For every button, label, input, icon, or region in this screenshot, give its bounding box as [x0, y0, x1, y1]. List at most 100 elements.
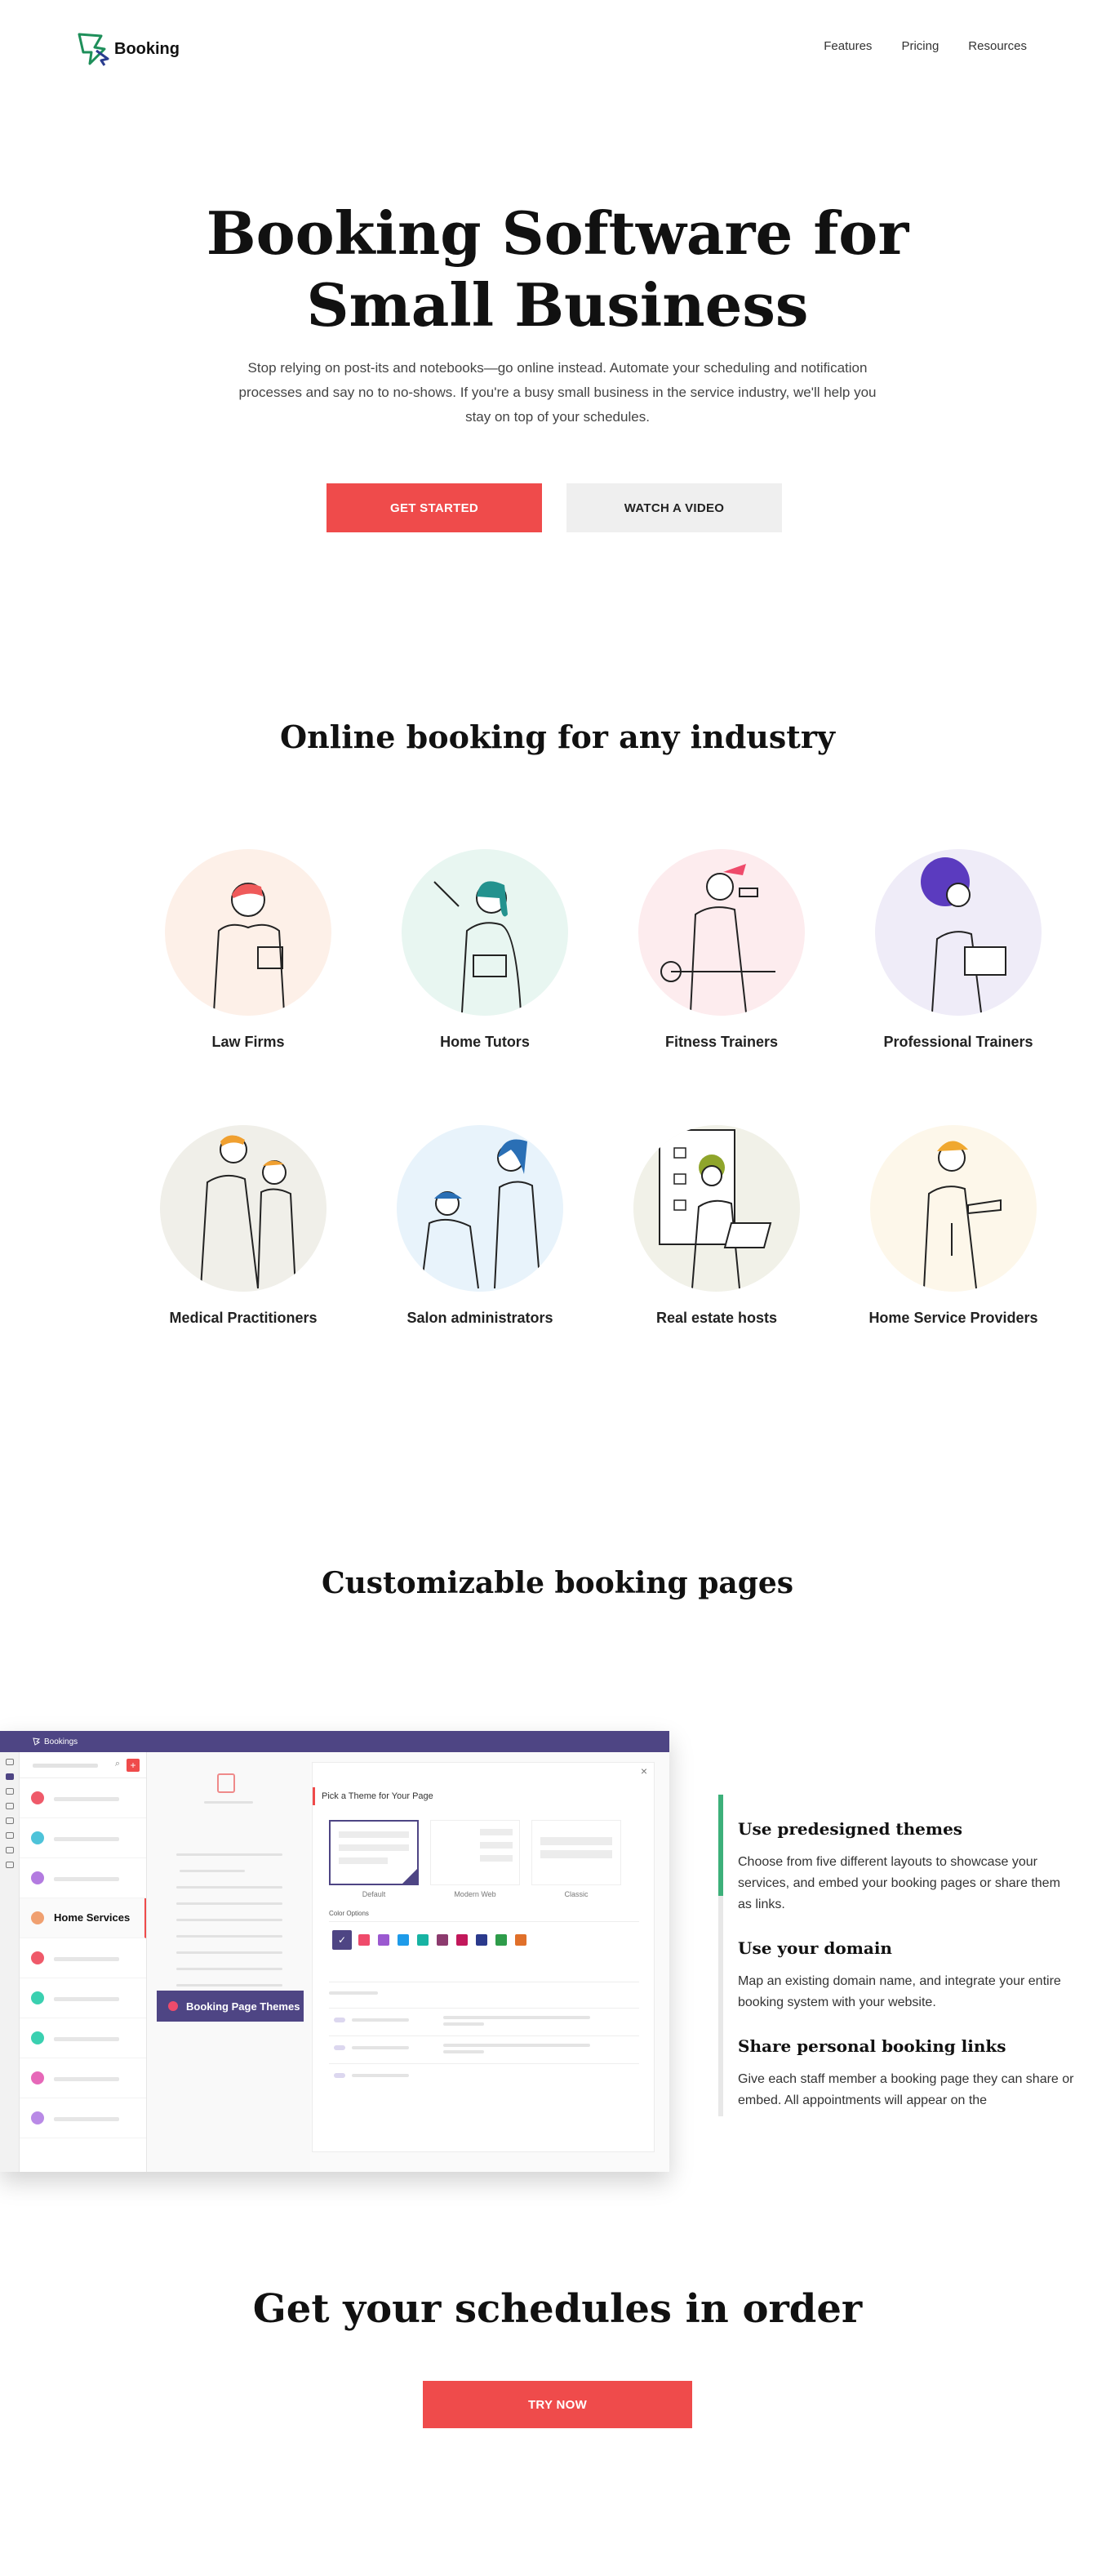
service-name-placeholder — [54, 1957, 119, 1961]
modal-line — [352, 2018, 409, 2022]
search-input[interactable] — [33, 1764, 98, 1768]
card-icon[interactable] — [5, 1832, 14, 1839]
service-name-placeholder — [54, 2037, 119, 2041]
add-service-button[interactable]: + — [127, 1759, 140, 1772]
color-swatch[interactable] — [456, 1934, 468, 1946]
detail-line — [176, 1951, 282, 1954]
modal-line — [329, 1991, 378, 1995]
tag-icon[interactable] — [5, 1788, 14, 1795]
service-list-item[interactable] — [20, 2018, 146, 2058]
service-name-placeholder — [54, 2077, 119, 2081]
color-swatch[interactable] — [358, 1934, 370, 1946]
industry-card[interactable]: Home Service Providers — [847, 1125, 1059, 1327]
hero-title-line1: Booking Software for — [206, 198, 909, 268]
service-name-placeholder — [54, 1837, 119, 1841]
watch-video-button[interactable]: WATCH A VIDEO — [566, 483, 782, 532]
service-name-placeholder — [54, 1877, 119, 1881]
service-name: Home Services — [54, 1911, 131, 1924]
industry-illustration — [402, 849, 568, 1016]
active-feature-indicator — [718, 1795, 723, 1896]
color-swatch[interactable] — [515, 1934, 526, 1946]
industry-card[interactable]: Real estate hosts — [611, 1125, 823, 1327]
color-swatch[interactable] — [398, 1934, 409, 1946]
industry-label: Fitness Trainers — [664, 1034, 779, 1050]
industry-illustration-icon — [923, 1141, 1002, 1289]
modal-line — [352, 2046, 409, 2049]
color-swatch[interactable] — [417, 1934, 429, 1946]
selected-check-icon — [402, 1869, 417, 1884]
theme-classic[interactable] — [531, 1820, 621, 1885]
modal-dot — [334, 2018, 345, 2022]
color-swatch[interactable] — [495, 1934, 507, 1946]
service-name-placeholder — [54, 1797, 119, 1801]
app-icon-rail — [0, 1752, 20, 2172]
detail-line — [176, 1919, 282, 1921]
service-list-item[interactable]: Home Services — [20, 1898, 146, 1938]
modal-line — [352, 2074, 409, 2077]
service-color-dot — [31, 1791, 44, 1804]
service-color-dot — [31, 2031, 44, 2044]
theme-preview-block — [339, 1857, 388, 1864]
app-brand: Bookings — [44, 1737, 78, 1746]
app-titlebar: Bookings — [0, 1731, 669, 1752]
service-color-dot — [31, 1991, 44, 2004]
industry-illustration-icon — [420, 1139, 541, 1289]
service-list-item[interactable] — [20, 1938, 146, 1978]
color-options-label: Color Options — [329, 1910, 369, 1917]
calendar-icon[interactable] — [5, 1759, 14, 1765]
pages-title: Customizable booking pages — [321, 1566, 794, 1600]
service-name-placeholder — [54, 2117, 119, 2121]
service-list: ⌕ + Home Services — [20, 1752, 147, 2172]
hero-subtitle: Stop relying on post-its and notebooks—g… — [238, 360, 877, 425]
chart-icon[interactable] — [5, 1817, 14, 1824]
nav-features[interactable]: Features — [824, 39, 872, 53]
detail-line — [176, 1886, 282, 1889]
industry-label: Law Firms — [211, 1034, 285, 1050]
industry-card[interactable]: Home Tutors — [379, 849, 591, 1051]
industry-card[interactable]: Law Firms — [142, 849, 354, 1051]
industry-card[interactable]: Salon administrators — [374, 1125, 586, 1327]
theme-default[interactable] — [329, 1820, 419, 1885]
theme-preview-block — [540, 1850, 612, 1858]
industry-card[interactable]: Professional Trainers — [852, 849, 1064, 1051]
logo[interactable]: Booking — [77, 31, 180, 67]
user-icon[interactable] — [5, 1803, 14, 1809]
theme-picker-modal: × Pick a Theme for Your Page Default Mod… — [312, 1762, 655, 2152]
service-list-item[interactable] — [20, 2098, 146, 2138]
get-started-button[interactable]: GET STARTED — [327, 483, 542, 532]
site-header: Booking Features Pricing Resources — [0, 0, 1115, 98]
service-list-item[interactable] — [20, 1978, 146, 2018]
booking-page-themes-button[interactable]: Booking Page Themes — [157, 1991, 304, 2022]
color-swatch[interactable] — [378, 1934, 389, 1946]
modal-line — [443, 2044, 590, 2047]
service-list-item[interactable] — [20, 2058, 146, 2098]
color-swatch[interactable] — [476, 1934, 487, 1946]
service-list-item[interactable] — [20, 1818, 146, 1858]
color-swatch[interactable] — [437, 1934, 448, 1946]
industry-illustration — [165, 849, 331, 1016]
building-icon — [217, 1773, 235, 1793]
service-list-item[interactable] — [20, 1858, 146, 1898]
theme-modern-web[interactable] — [430, 1820, 520, 1885]
color-swatch[interactable]: ✓ — [332, 1930, 352, 1950]
industry-illustration-icon — [200, 1135, 296, 1289]
report-icon[interactable] — [5, 1847, 14, 1853]
nav-resources[interactable]: Resources — [968, 39, 1027, 53]
feature-text: Give each staff member a booking page th… — [738, 2072, 1074, 2107]
pages-icon[interactable] — [5, 1773, 14, 1780]
nav-pricing[interactable]: Pricing — [901, 39, 939, 53]
feature-title: Use your domain — [738, 1938, 892, 1958]
close-icon[interactable]: × — [641, 1764, 647, 1777]
detail-line — [176, 1935, 282, 1938]
settings-icon[interactable] — [5, 1862, 14, 1868]
service-list-item[interactable] — [20, 1778, 146, 1818]
search-icon[interactable]: ⌕ — [115, 1759, 120, 1769]
theme-name: Default — [362, 1890, 386, 1898]
detail-line — [176, 1968, 282, 1970]
theme-name: Modern Web — [454, 1890, 496, 1898]
try-now-button[interactable]: TRY NOW — [423, 2381, 692, 2428]
industry-card[interactable]: Fitness Trainers — [615, 849, 828, 1051]
industry-card[interactable]: Medical Practitioners — [137, 1125, 349, 1327]
theme-button-label: Booking Page Themes — [186, 2000, 300, 2013]
service-color-dot — [31, 1951, 44, 1964]
